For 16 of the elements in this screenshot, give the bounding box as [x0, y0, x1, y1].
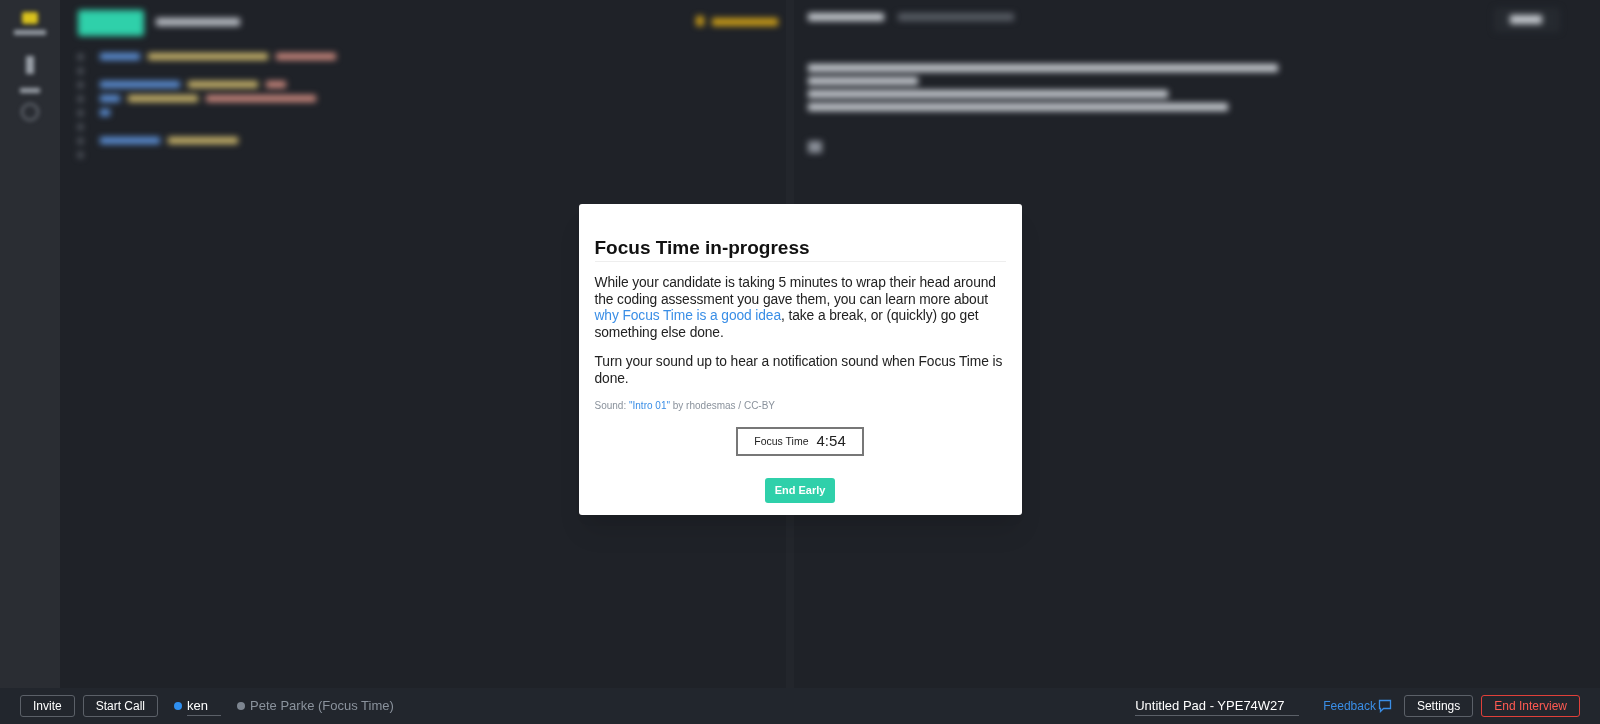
timer-label: Focus Time: [754, 433, 809, 449]
feedback-link[interactable]: Feedback: [1323, 697, 1376, 715]
timer-value: 4:54: [816, 431, 846, 452]
participant-name: Pete Parke (Focus Time): [250, 697, 394, 716]
dialog-title: Focus Time in-progress: [594, 236, 1006, 262]
sound-credit: Sound: "Intro 01" by rhodesmas / CC-BY: [594, 399, 777, 413]
bar-button[interactable]: Start Call: [82, 695, 159, 717]
bar-button[interactable]: Invite: [20, 695, 75, 717]
bar-button[interactable]: Settings: [1403, 695, 1474, 717]
chat-icon[interactable]: [1377, 699, 1392, 713]
name-field[interactable]: ken: [187, 695, 222, 717]
pad-title-field[interactable]: Untitled Pad - YPE74W27: [1135, 695, 1300, 717]
dialog-paragraph: While your candidate is taking 5 minutes to wrap their head around the coding assessment you gave them, you can learn more about why Focus Time is a good idea, take a break, or (quickly) go get something else done.: [594, 275, 997, 341]
bar-button[interactable]: End Interview: [1481, 695, 1580, 717]
dialog-paragraph: Turn your sound up to hear a notification sound when Focus Time is done.: [594, 354, 1004, 387]
link[interactable]: "Intro 01": [629, 400, 670, 411]
